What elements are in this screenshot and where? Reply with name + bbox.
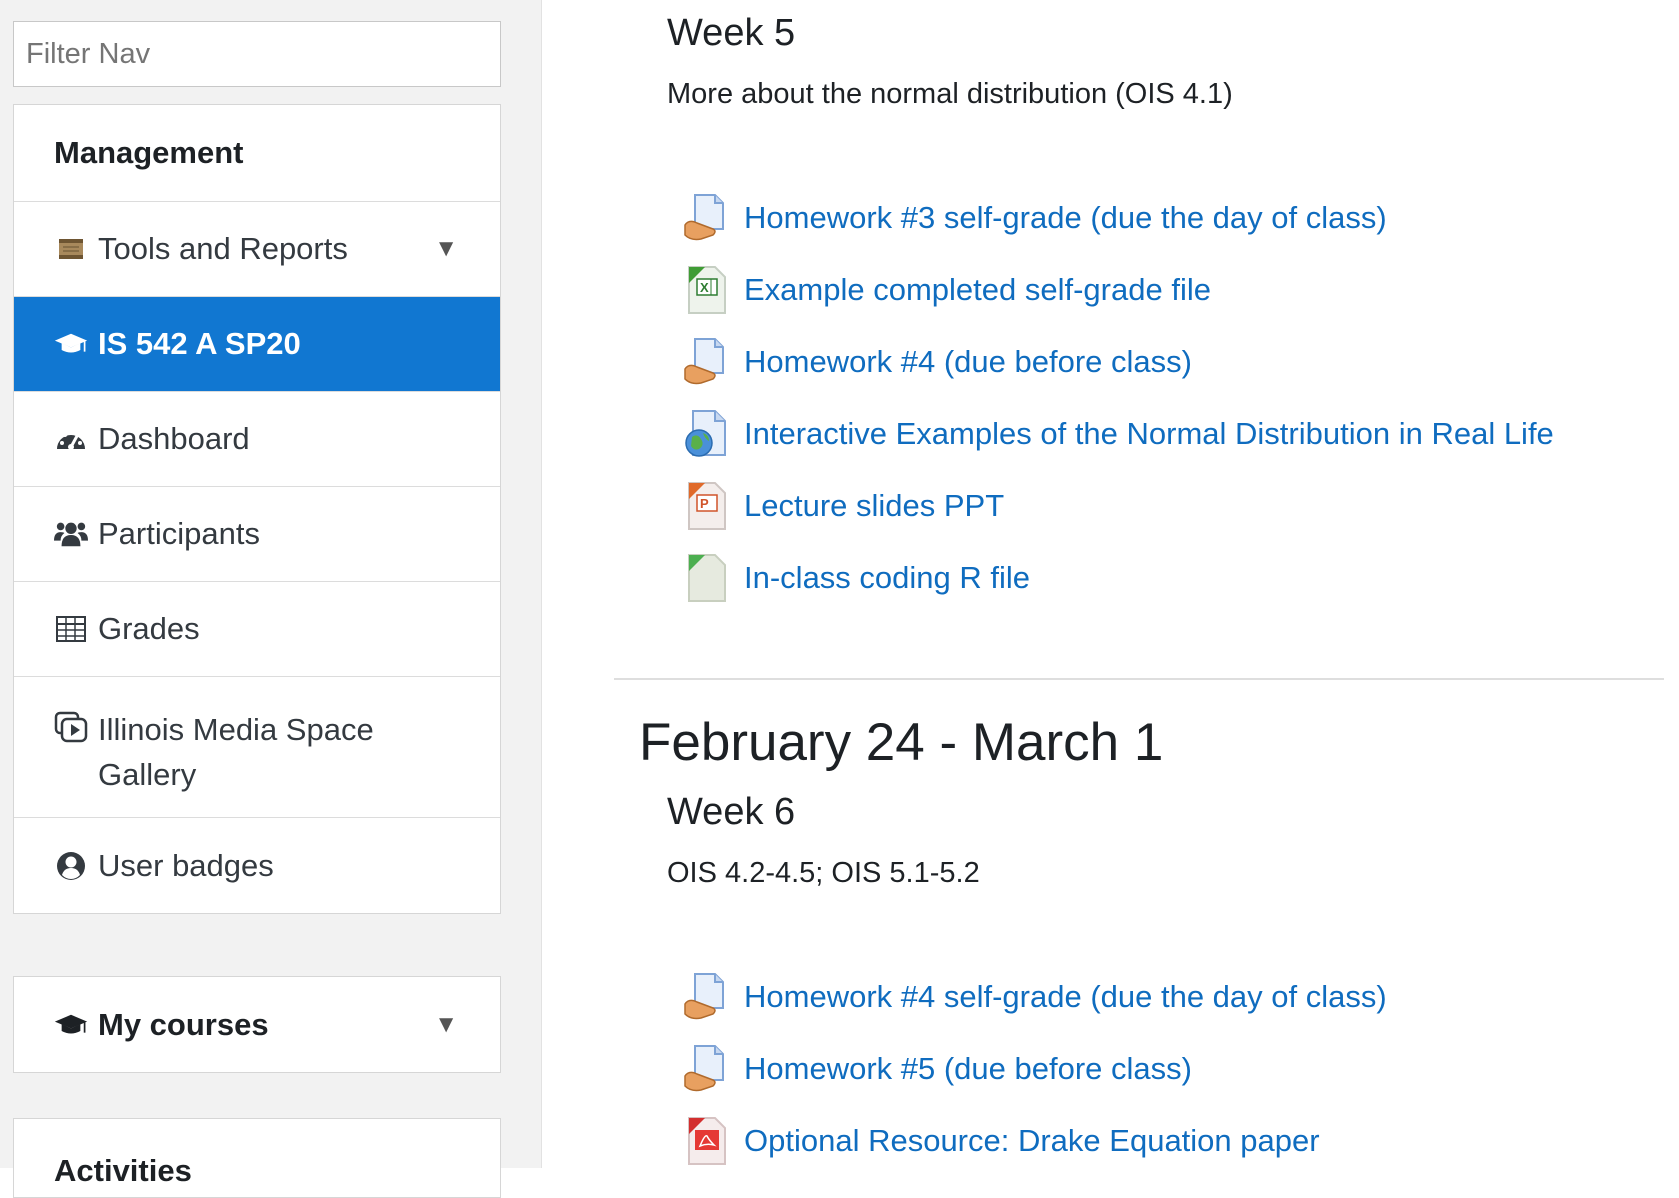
activity-link[interactable]: In-class coding R file	[744, 560, 1030, 596]
nav-item-user-badges[interactable]: User badges	[14, 818, 500, 913]
nav-item-media-space-gallery[interactable]: Illinois Media Space Gallery	[14, 677, 500, 818]
activity-link[interactable]: Example completed self-grade file	[744, 272, 1211, 308]
activity-item[interactable]: Homework #4 (due before class)	[682, 335, 1192, 389]
activity-link[interactable]: Interactive Examples of the Normal Distr…	[744, 416, 1554, 452]
sidebar: Management Tools and Reports ▼ IS 542 A …	[0, 0, 542, 1198]
activity-link[interactable]: Optional Resource: Drake Equation paper	[744, 1123, 1320, 1159]
svg-text:X: X	[700, 280, 709, 295]
nav-item-label: Participants	[98, 516, 260, 551]
svg-text:P: P	[700, 496, 709, 511]
url-link-icon	[682, 408, 730, 460]
nav-item-label: Tools and Reports	[98, 231, 348, 266]
activities-label: Activities	[54, 1153, 192, 1188]
nav-block-main: Management Tools and Reports ▼ IS 542 A …	[13, 104, 501, 914]
nav-item-participants[interactable]: Participants	[14, 487, 500, 582]
scroll-icon	[54, 234, 88, 264]
excel-file-icon: X	[682, 264, 730, 316]
activity-link[interactable]: Lecture slides PPT	[744, 488, 1004, 524]
assignment-icon	[682, 336, 730, 388]
activity-item[interactable]: Homework #5 (due before class)	[682, 1042, 1192, 1096]
generic-file-icon	[682, 552, 730, 604]
activity-item[interactable]: Optional Resource: Drake Equation paper	[682, 1114, 1320, 1168]
assignment-icon	[682, 192, 730, 244]
nav-item-label: Grades	[98, 611, 200, 646]
nav-item-tools-and-reports[interactable]: Tools and Reports ▼	[14, 202, 500, 297]
management-label: Management	[54, 135, 244, 170]
week-5-title: Week 5	[667, 12, 796, 54]
chevron-down-icon[interactable]: ▼	[434, 235, 458, 263]
chevron-down-icon[interactable]: ▼	[434, 1011, 458, 1039]
nav-block-activities: Activities	[13, 1118, 501, 1198]
nav-item-grades[interactable]: Grades	[14, 582, 500, 677]
nav-item-label: My courses	[98, 1006, 269, 1042]
management-heading: Management	[14, 105, 500, 202]
week-6-title: Week 6	[667, 791, 796, 833]
week-6-summary: OIS 4.2-4.5; OIS 5.1-5.2	[667, 857, 980, 889]
table-grid-icon	[54, 616, 88, 642]
activity-link[interactable]: Homework #4 self-grade (due the day of c…	[744, 979, 1387, 1015]
nav-item-label: IS 542 A SP20	[98, 326, 301, 361]
nav-item-course-is542[interactable]: IS 542 A SP20	[14, 297, 500, 392]
section-title: February 24 - March 1	[639, 713, 1164, 772]
pdf-file-icon	[682, 1115, 730, 1167]
section-divider	[614, 678, 1664, 680]
activity-link[interactable]: Homework #3 self-grade (due the day of c…	[744, 200, 1387, 236]
nav-item-label: Dashboard	[98, 421, 250, 456]
nav-block-my-courses: My courses ▼	[13, 976, 501, 1073]
week-5-summary: More about the normal distribution (OIS …	[667, 78, 1233, 110]
media-gallery-icon	[54, 711, 88, 743]
nav-item-label: Illinois Media Space Gallery	[98, 712, 374, 792]
activity-item[interactable]: Homework #4 self-grade (due the day of c…	[682, 970, 1387, 1024]
nav-item-label: User badges	[98, 847, 274, 883]
course-content: Week 5 More about the normal distributio…	[542, 0, 1679, 1168]
activity-link[interactable]: Homework #5 (due before class)	[744, 1051, 1192, 1087]
activity-item[interactable]: P Lecture slides PPT	[682, 479, 1004, 533]
activity-item[interactable]: X Example completed self-grade file	[682, 263, 1211, 317]
graduation-cap-icon	[54, 1010, 88, 1040]
nav-item-dashboard[interactable]: Dashboard	[14, 392, 500, 487]
assignment-icon	[682, 971, 730, 1023]
activity-item[interactable]: Homework #3 self-grade (due the day of c…	[682, 191, 1387, 245]
user-circle-icon	[54, 850, 88, 882]
dashboard-gauge-icon	[54, 425, 88, 453]
assignment-icon	[682, 1043, 730, 1095]
activities-heading: Activities	[14, 1119, 500, 1197]
activity-item[interactable]: In-class coding R file	[682, 551, 1030, 605]
activity-link[interactable]: Homework #4 (due before class)	[744, 344, 1192, 380]
powerpoint-file-icon: P	[682, 480, 730, 532]
filter-nav-input[interactable]	[13, 21, 501, 87]
activity-item[interactable]: Interactive Examples of the Normal Distr…	[682, 407, 1554, 461]
users-icon	[54, 519, 88, 549]
nav-item-my-courses[interactable]: My courses ▼	[14, 977, 500, 1072]
graduation-cap-icon	[54, 329, 88, 359]
